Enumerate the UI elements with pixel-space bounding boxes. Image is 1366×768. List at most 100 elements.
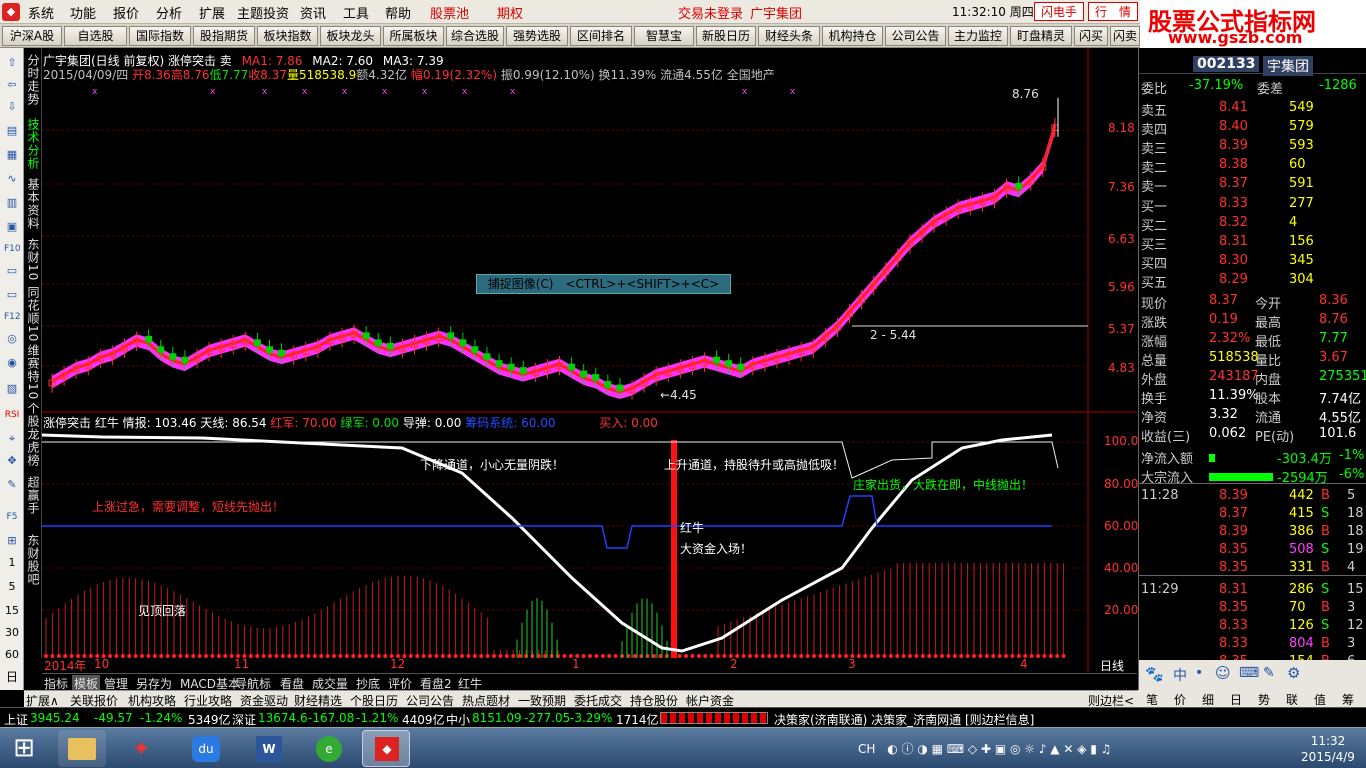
sound-icon[interactable]: ◉ <box>4 356 20 370</box>
vtab-eastmoney[interactable]: 东财10 <box>25 238 41 281</box>
move-icon[interactable]: ✥ <box>4 454 20 468</box>
doc-icon[interactable]: ▭ <box>4 264 20 278</box>
brush-icon[interactable]: ✎ <box>1263 665 1275 681</box>
menu-extend[interactable]: 扩展 <box>199 3 225 22</box>
menu-options[interactable]: 期权 <box>497 3 523 22</box>
period-1[interactable]: 1 <box>4 556 20 570</box>
ptab-bi[interactable]: 笔 <box>1146 691 1158 708</box>
market-button[interactable]: 行 情 <box>1088 2 1139 21</box>
dot-icon[interactable]: • <box>1195 665 1203 681</box>
windows-start-icon[interactable]: ⊞ <box>4 730 44 767</box>
lang-indicator[interactable]: CH <box>858 742 875 756</box>
baidu-icon[interactable]: du <box>182 730 230 767</box>
taskbar-clock[interactable]: 11:32 2015/4/9 <box>1298 733 1358 765</box>
rsi-icon[interactable]: RSI <box>4 408 20 422</box>
ptab-chou[interactable]: 筹 <box>1342 691 1354 708</box>
tb-zhihuibao[interactable]: 智慧宝 <box>634 26 694 46</box>
period-30[interactable]: 30 <box>4 626 20 640</box>
tb-composite-select[interactable]: 综合选股 <box>446 26 504 46</box>
doc2-icon[interactable]: ▭ <box>4 288 20 302</box>
vtab-ths[interactable]: 同花顺10 <box>25 286 41 342</box>
ind-dot <box>319 654 324 658</box>
tb-main-monitor[interactable]: 主力监控 <box>948 26 1008 46</box>
zoom-icon[interactable]: ▧ <box>4 382 20 396</box>
tb-institution-hold[interactable]: 机构持仓 <box>822 26 883 46</box>
report-icon[interactable]: ▤ <box>4 124 20 138</box>
tb-own-sector[interactable]: 所属板块 <box>383 26 444 46</box>
f10-icon[interactable]: F10 <box>4 242 21 256</box>
paw-icon[interactable]: 🐾 <box>1145 665 1164 683</box>
tb-flash-buy[interactable]: 闪买 <box>1074 26 1108 46</box>
grid-icon[interactable]: ▦ <box>4 148 20 162</box>
arrow-up-icon[interactable]: ⇧ <box>4 56 20 70</box>
period-5[interactable]: 5 <box>4 580 20 594</box>
kline-chart[interactable]: xxxxxxxxxxx <box>42 48 1137 672</box>
menu-help[interactable]: 帮助 <box>385 3 411 22</box>
menu-quote[interactable]: 报价 <box>113 3 139 22</box>
tb-shenzhen-a[interactable]: 沪深A股 <box>2 26 62 46</box>
tb-favorites[interactable]: 自选股 <box>64 26 127 46</box>
tb-sector-leader[interactable]: 板块龙头 <box>320 26 381 46</box>
vtab-dragon[interactable]: 个股龙虎榜 <box>25 402 41 467</box>
tb-flash-sell[interactable]: 闪卖 <box>1110 26 1140 46</box>
tb-watch-elf[interactable]: 盯盘精灵 <box>1010 26 1072 46</box>
vtab-timeshare[interactable]: 分时走势 <box>25 54 41 106</box>
target-icon[interactable]: ◎ <box>4 332 20 346</box>
ruler-icon[interactable]: ⊞ <box>4 534 20 548</box>
line-chart-icon[interactable]: ∿ <box>4 172 20 186</box>
tb-ipo-calendar[interactable]: 新股日历 <box>696 26 756 46</box>
explorer-icon[interactable] <box>58 730 106 767</box>
tray-icons[interactable]: ◐ ⓘ ◑ ▦ ⌨ ◇ ✚ ▣ ◎ ☼ ♪ ▲ ✕ ◈ ▮ ♫ <box>887 742 1111 756</box>
browser-icon[interactable]: e <box>306 730 354 767</box>
ptab-jia[interactable]: 价 <box>1174 691 1186 708</box>
gear-icon[interactable]: ⚙ <box>1287 664 1300 682</box>
menu-news[interactable]: 资讯 <box>300 3 326 22</box>
input-method-icon[interactable]: 中 <box>1173 665 1187 685</box>
period-60[interactable]: 60 <box>4 648 20 662</box>
ptab-shi[interactable]: 势 <box>1258 691 1270 708</box>
smile-icon[interactable]: ☺ <box>1215 664 1231 682</box>
f12-icon[interactable]: F12 <box>4 310 21 324</box>
dragonfly-icon[interactable]: ✦ <box>120 730 168 767</box>
calendar-icon[interactable]: ▣ <box>4 220 20 234</box>
keyboard-icon[interactable]: ⌨ <box>1239 665 1259 681</box>
word-icon[interactable]: W <box>244 730 292 767</box>
ind-dot <box>159 654 164 658</box>
vtab-chaoying[interactable]: 超赢手 <box>25 476 41 515</box>
ind-mairu: 买入: 0.00 <box>599 416 658 430</box>
tb-finance-headlines[interactable]: 财经头条 <box>758 26 820 46</box>
tb-range-rank[interactable]: 区间排名 <box>570 26 632 46</box>
menu-theme[interactable]: 主题投资 <box>237 3 289 22</box>
kline-icon[interactable]: ▥ <box>4 196 20 210</box>
ptab-ri[interactable]: 日 <box>1230 691 1242 708</box>
tick-price: 8.31 <box>1219 582 1248 597</box>
tb-intl-index[interactable]: 国际指数 <box>129 26 191 46</box>
menu-stockpool[interactable]: 股票池 <box>430 3 469 22</box>
period-15[interactable]: 15 <box>4 604 20 618</box>
flash-trade-button[interactable]: 闪电手 <box>1034 2 1085 21</box>
menu-analysis[interactable]: 分析 <box>156 3 182 22</box>
menu-function[interactable]: 功能 <box>70 3 96 22</box>
arrow-down-icon[interactable]: ⇩ <box>4 100 20 114</box>
pencil-icon[interactable]: ✎ <box>4 478 20 492</box>
period-day[interactable]: 日 <box>4 670 20 684</box>
arrow-left-icon[interactable]: ⇦ <box>4 78 20 92</box>
period-week[interactable]: 周 <box>4 690 20 706</box>
stock-app-taskbar-icon[interactable]: ◆ <box>362 730 410 767</box>
f5-icon[interactable]: F5 <box>4 510 20 524</box>
tb-announcements[interactable]: 公司公告 <box>885 26 946 46</box>
vtab-guba[interactable]: 东财股吧 <box>25 534 41 586</box>
tb-sector-index[interactable]: 板块指数 <box>257 26 318 46</box>
tb-strong-select[interactable]: 强势选股 <box>506 26 568 46</box>
level-volume: 156 <box>1289 234 1314 249</box>
vtab-tech[interactable]: 技术分析 <box>25 118 41 170</box>
vtab-vst[interactable]: 维赛特10 <box>25 344 41 400</box>
magnet-icon[interactable]: ⌖ <box>4 432 20 446</box>
ptab-xi[interactable]: 细 <box>1202 691 1214 708</box>
menu-tools[interactable]: 工具 <box>343 3 369 22</box>
vtab-fundamentals[interactable]: 基本资料 <box>25 178 41 230</box>
menu-system[interactable]: 系统 <box>28 3 54 22</box>
ptab-lian[interactable]: 联 <box>1286 691 1298 708</box>
tb-futures[interactable]: 股指期货 <box>193 26 255 46</box>
ptab-zhi[interactable]: 值 <box>1314 691 1326 708</box>
